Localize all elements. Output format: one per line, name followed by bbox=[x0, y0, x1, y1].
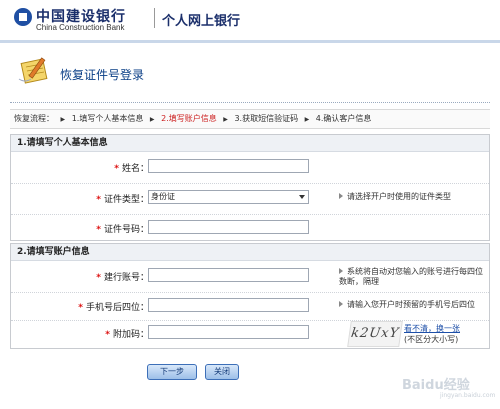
chevron-down-icon bbox=[299, 195, 305, 199]
bank-name-en: China Construction Bank bbox=[36, 23, 125, 32]
id-type-row: * 证件类型： 身份证 请选择开户时使用的证件类型 bbox=[11, 184, 489, 214]
phone-last4-input[interactable] bbox=[148, 298, 309, 312]
steps-prefix: 恢复流程： bbox=[14, 114, 54, 123]
account-info-section: 2.请填写账户信息 * 建行账号： 系统将自动对您输入的账号进行每四位数断，隔理 … bbox=[10, 243, 490, 349]
top-header: 中国建设银行 China Construction Bank 个人网上银行 bbox=[0, 0, 500, 36]
phone-hint: 请输入您开户时预留的手机号后四位 bbox=[339, 300, 485, 310]
captcha-image: k2UxY bbox=[347, 321, 403, 347]
header-divider bbox=[154, 8, 155, 28]
baidu-watermark: Baidu经验 bbox=[402, 378, 470, 393]
step-arrow-icon: ▶ bbox=[149, 116, 155, 123]
ccb-logo-icon bbox=[14, 8, 32, 26]
name-row: * 姓名： bbox=[11, 153, 489, 183]
step-1: 1.填写个人基本信息 bbox=[71, 114, 144, 123]
required-star: * bbox=[96, 225, 101, 235]
step-4: 4.确认客户信息 bbox=[315, 114, 372, 123]
extra-code-input[interactable] bbox=[148, 325, 309, 339]
step-arrow-icon: ▶ bbox=[223, 116, 228, 123]
name-label: * 姓名： bbox=[114, 164, 149, 174]
step-arrow-icon: ▶ bbox=[304, 116, 310, 123]
phone-label: * 手机号后四位： bbox=[78, 303, 149, 313]
extra-code-label: * 附加码： bbox=[105, 330, 149, 340]
id-type-label: * 证件类型： bbox=[96, 195, 149, 205]
account-label: * 建行账号： bbox=[96, 273, 149, 283]
notepad-pencil-icon bbox=[15, 55, 53, 85]
baidu-watermark-url: jingyan.baidu.com bbox=[440, 392, 496, 399]
header-bar bbox=[0, 40, 500, 43]
next-step-button[interactable]: 下一步 bbox=[147, 364, 197, 380]
id-number-row: * 证件号码： bbox=[11, 214, 489, 244]
phone-row: * 手机号后四位： 请输入您开户时预留的手机号后四位 bbox=[11, 292, 489, 322]
section-heading: 1.请填写个人基本信息 bbox=[11, 135, 489, 152]
account-hint: 系统将自动对您输入的账号进行每四位数断，隔理 bbox=[339, 267, 483, 286]
account-input[interactable] bbox=[148, 268, 309, 282]
id-type-hint: 请选择开户时使用的证件类型 bbox=[339, 192, 485, 202]
required-star: * bbox=[105, 330, 110, 340]
captcha-refresh-link[interactable]: 看不清，换一张 bbox=[404, 323, 460, 334]
required-star: * bbox=[78, 303, 83, 313]
hint-arrow-icon bbox=[339, 301, 343, 307]
step-arrow-icon: ▶ bbox=[60, 116, 66, 123]
id-type-select[interactable]: 身份证 bbox=[148, 190, 309, 204]
name-input[interactable] bbox=[148, 159, 309, 173]
extra-code-row: * 附加码： k2UxY 看不清，换一张 (不区分大小写) bbox=[11, 319, 489, 349]
step-2-current: 2.填写账户信息 bbox=[161, 114, 217, 123]
id-number-label: * 证件号码： bbox=[96, 225, 149, 235]
heading-divider bbox=[10, 102, 490, 103]
required-star: * bbox=[96, 273, 101, 283]
account-row: * 建行账号： 系统将自动对您输入的账号进行每四位数断，隔理 bbox=[11, 262, 489, 292]
section-heading: 2.请填写账户信息 bbox=[11, 244, 489, 261]
close-button[interactable]: 关闭 bbox=[205, 364, 239, 380]
step-3: 3.获取短信验证码 bbox=[234, 114, 299, 123]
page-title: 恢复证件号登录 bbox=[60, 68, 145, 82]
hint-arrow-icon bbox=[339, 193, 343, 199]
required-star: * bbox=[96, 195, 101, 205]
hint-arrow-icon bbox=[339, 268, 343, 274]
service-title: 个人网上银行 bbox=[162, 14, 241, 29]
progress-steps: 恢复流程： ▶ 1.填写个人基本信息 ▶ 2.填写账户信息 ▶ 3.获取短信验证… bbox=[10, 109, 490, 129]
id-number-input[interactable] bbox=[148, 220, 309, 234]
required-star: * bbox=[114, 164, 119, 174]
captcha-case-note: (不区分大小写) bbox=[404, 335, 459, 344]
personal-info-section: 1.请填写个人基本信息 * 姓名： * 证件类型： 身份证 请选择开户时使用的证件类… bbox=[10, 134, 490, 241]
